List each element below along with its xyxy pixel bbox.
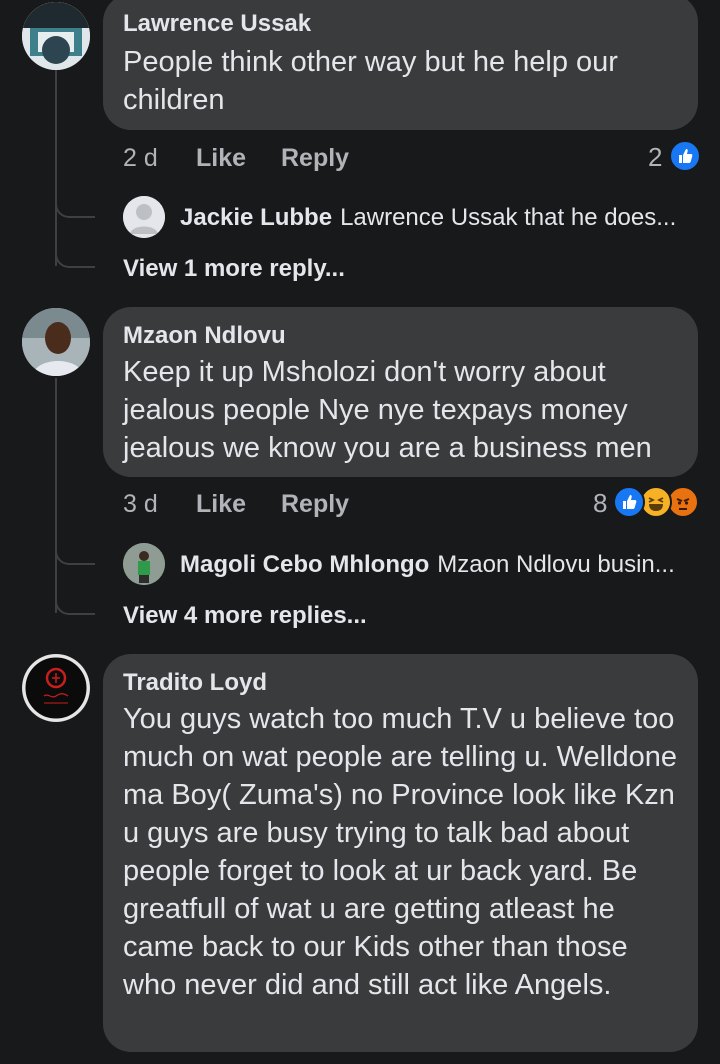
comment-text: Keep it up Msholozi don't worry about je… <box>123 356 652 464</box>
reply-snippet: Lawrence Ussak that he does... <box>340 204 677 231</box>
thread-branch <box>55 587 95 615</box>
reply-avatar[interactable] <box>123 543 165 585</box>
comment-author[interactable]: Lawrence Ussak <box>123 10 311 38</box>
avatar[interactable] <box>22 308 90 376</box>
thread-line <box>55 378 57 613</box>
thread-branch <box>55 240 95 268</box>
comment-time[interactable]: 2 d <box>123 144 158 173</box>
comment-text: People think other way but he help our c… <box>123 46 618 116</box>
comment-text: You guys watch too much T.V u believe to… <box>123 703 678 1001</box>
reply-snippet: Mzaon Ndlovu busin... <box>437 551 675 578</box>
comment-time[interactable]: 3 d <box>123 490 158 519</box>
reply-avatar[interactable] <box>123 196 165 238</box>
reply-button[interactable]: Reply <box>281 144 349 173</box>
reply-button[interactable]: Reply <box>281 490 349 519</box>
thread-branch <box>55 537 95 565</box>
thread-branch <box>55 190 95 218</box>
comment-author[interactable]: Mzaon Ndlovu <box>123 322 286 350</box>
comment-bubble[interactable]: Tradito Loyd You guys watch too much T.V… <box>103 654 698 1052</box>
view-more-replies-link[interactable]: View 4 more replies... <box>123 602 367 630</box>
reply-preview[interactable]: Magoli Cebo Mhlongo Mzaon Ndlovu busin... <box>180 551 675 579</box>
default-user-icon <box>123 196 165 238</box>
thread-line <box>55 70 57 266</box>
avatar[interactable] <box>22 2 90 70</box>
profile-photo-icon <box>22 2 90 70</box>
profile-photo-icon <box>22 308 90 376</box>
like-reaction-icon[interactable] <box>613 486 645 518</box>
like-button[interactable]: Like <box>196 144 246 173</box>
reply-author[interactable]: Magoli Cebo Mhlongo <box>180 551 429 578</box>
reply-author[interactable]: Jackie Lubbe <box>180 204 332 231</box>
like-reaction-icon[interactable] <box>669 140 701 172</box>
like-button[interactable]: Like <box>196 490 246 519</box>
comment-bubble[interactable]: Mzaon Ndlovu Keep it up Msholozi don't w… <box>103 307 698 477</box>
reaction-count[interactable]: 8 <box>593 488 607 519</box>
profile-photo-icon <box>123 543 165 585</box>
reply-preview[interactable]: Jackie Lubbe Lawrence Ussak that he does.… <box>180 204 676 232</box>
profile-logo-icon <box>22 654 90 722</box>
avatar[interactable] <box>22 654 90 722</box>
reaction-count[interactable]: 2 <box>648 142 662 173</box>
comment-author[interactable]: Tradito Loyd <box>123 669 267 697</box>
view-more-replies-link[interactable]: View 1 more reply... <box>123 255 345 283</box>
comment-bubble[interactable]: Lawrence Ussak People think other way bu… <box>103 0 698 130</box>
